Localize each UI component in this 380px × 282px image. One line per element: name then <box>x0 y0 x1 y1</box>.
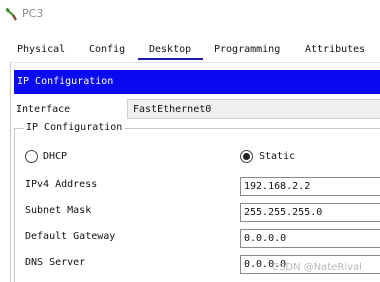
tab-config[interactable]: Config <box>89 44 125 55</box>
active-tab-underline <box>138 58 203 60</box>
tab-physical[interactable]: Physical <box>17 44 65 55</box>
tab-desktop[interactable]: Desktop <box>149 44 191 55</box>
title-bar: PC3 <box>0 0 380 28</box>
watermark: CSDN @NateRival <box>272 262 362 273</box>
header-title: IP Configuration <box>17 76 114 87</box>
gateway-label: Default Gateway <box>25 231 116 242</box>
dhcp-label: DHCP <box>43 151 68 162</box>
static-label: Static <box>259 151 296 162</box>
interface-label: Interface <box>16 104 71 115</box>
ip-config-header: IP Configuration <box>14 70 380 94</box>
window-title: PC3 <box>22 7 44 20</box>
packet-tracer-pc-icon <box>5 7 18 21</box>
ipv4-address-input[interactable] <box>240 177 380 196</box>
interface-select[interactable]: FastEthernet0 <box>127 99 380 119</box>
static-radio[interactable] <box>240 150 253 163</box>
dhcp-radio[interactable] <box>25 150 38 163</box>
default-gateway-input[interactable] <box>240 229 380 248</box>
dns-label: DNS Server <box>25 257 86 268</box>
interface-value: FastEthernet0 <box>133 104 212 115</box>
tab-attributes[interactable]: Attributes <box>305 44 365 55</box>
static-radio-dot <box>243 153 250 160</box>
subnet-mask-input[interactable] <box>240 203 380 222</box>
ipv4-label: IPv4 Address <box>25 179 98 190</box>
group-legend: IP Configuration <box>24 122 125 133</box>
subnet-label: Subnet Mask <box>25 205 92 216</box>
tab-programming[interactable]: Programming <box>214 44 280 55</box>
tab-bar: Physical Config Desktop Programming Attr… <box>0 38 380 62</box>
